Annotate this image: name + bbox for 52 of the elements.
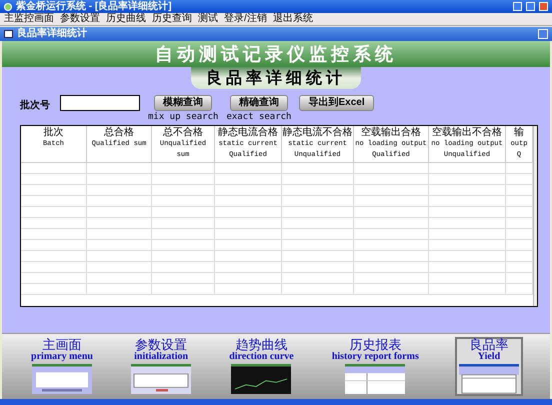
menu-item[interactable]: 测试 [198,14,218,24]
nav-label-zh: 参数设置 [135,339,188,352]
menu-item[interactable]: 退出系统 [272,14,313,24]
nav-item[interactable]: 主画面 primary menu [29,337,95,396]
screen-preview-drawing [32,364,92,394]
nav-label-zh: 良品率 [469,339,508,352]
header-zh: 输 [514,127,524,138]
search-button[interactable]: 导出到Excel [299,95,374,111]
screen-preview-drawing [458,364,519,394]
nav-item[interactable]: 参数设置 initialization [129,337,194,396]
menu-item[interactable]: 参数设置 [60,14,100,24]
header-zh: 总合格 [104,127,134,138]
nav-label-en: Yield [478,352,500,362]
restore-button[interactable] [526,2,535,11]
nav-item[interactable]: 历史报表 history report forms [330,337,421,396]
nav-item[interactable]: 良品率 Yield [454,337,523,396]
menu-item[interactable]: 历史曲线 [106,14,146,24]
app-icon [4,2,12,10]
menu-item[interactable]: 登录/注销 [224,14,267,24]
close-button[interactable] [538,29,548,39]
minimize-button[interactable] [513,2,522,11]
search-button[interactable]: 精确查询 [230,95,288,111]
menu-item[interactable]: 历史查询 [152,14,192,24]
batch-label: 批次号 [20,98,50,113]
screen-preview-drawing [131,364,192,394]
menu-item[interactable]: 主监控画面 [4,14,54,24]
child-window-title: 良品率详细统计 [17,29,88,39]
nav-label-zh: 主画面 [42,339,82,352]
screen-preview-drawing [231,364,292,394]
button-hint: mix up search [148,111,218,123]
nav-label-en: direction curve [229,352,294,362]
screen-preview-drawing [345,364,406,394]
header-zh: 批次 [44,127,64,138]
header-zh: 空载输出不合格 [432,127,502,138]
close-button[interactable] [539,2,548,11]
button-hint: exact search [226,111,292,123]
header-zh: 总不合格 [163,127,203,138]
window-icon [4,30,13,38]
window-title: 紫金桥运行系统 - [良品率详细统计] [16,2,173,12]
nav-label-en: primary menu [31,352,93,362]
nav-label-en: history report forms [332,352,419,362]
search-button[interactable]: 模糊查询 [154,95,212,111]
header-zh: 静态电流不合格 [282,127,352,138]
header-zh: 空载输出合格 [361,127,421,138]
subtitle: 良品率详细统计 [206,67,346,89]
batch-input-field[interactable] [60,95,140,111]
nav-label-en: initialization [134,352,188,362]
nav-label-zh: 历史报表 [349,339,402,352]
nav-label-zh: 趋势曲线 [235,339,288,352]
nav-item[interactable]: 趋势曲线 direction curve [227,337,296,396]
header-zh: 静态电流合格 [218,127,278,138]
banner-title: 自动测试记录仪监控系统 [155,42,397,66]
